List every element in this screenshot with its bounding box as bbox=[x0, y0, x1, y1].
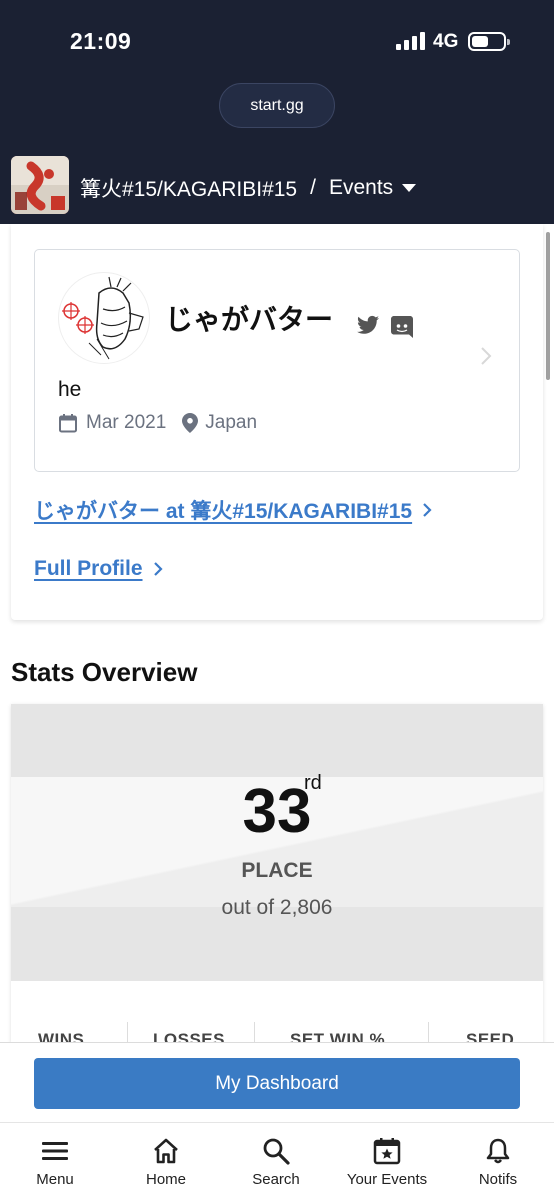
nav-your-events[interactable]: Your Events bbox=[337, 1133, 437, 1195]
placement-number: 33 bbox=[242, 777, 312, 846]
tournament-name[interactable]: 篝火#15/KAGARIBI#15 bbox=[80, 173, 297, 203]
calendar-star-icon bbox=[373, 1138, 401, 1165]
home-icon bbox=[154, 1138, 178, 1164]
nav-menu[interactable]: Menu bbox=[5, 1133, 105, 1195]
player-card[interactable]: じゃがバター he Mar 2021 Japan bbox=[34, 249, 520, 472]
chevron-right-icon[interactable] bbox=[479, 346, 493, 366]
status-time: 21:09 bbox=[70, 28, 132, 54]
nav-your-events-label: Your Events bbox=[346, 1171, 428, 1188]
nav-notifs[interactable]: Notifs bbox=[448, 1133, 548, 1195]
nav-notifs-label: Notifs bbox=[478, 1171, 518, 1188]
network-type: 4G bbox=[433, 31, 459, 52]
placement-label: PLACE bbox=[241, 859, 313, 882]
scrollbar[interactable] bbox=[546, 232, 550, 380]
url-bar[interactable]: start.gg bbox=[219, 83, 335, 128]
search-icon bbox=[263, 1138, 290, 1165]
nav-home-label: Home bbox=[145, 1171, 186, 1188]
caret-down-icon[interactable] bbox=[402, 184, 417, 192]
hamburger-icon bbox=[42, 1142, 68, 1160]
my-dashboard-button[interactable]: My Dashboard bbox=[34, 1058, 520, 1109]
tournament-header: 篝火#15/KAGARIBI#15 / Events bbox=[0, 146, 554, 224]
breadcrumb[interactable]: 篝火#15/KAGARIBI#15 / Events bbox=[80, 173, 417, 203]
avatar bbox=[58, 272, 150, 364]
divider bbox=[428, 1022, 429, 1044]
stats-panel: 33 rd PLACE out of 2,806 WINS LOSSES SET… bbox=[11, 704, 543, 1044]
nav-menu-label: Menu bbox=[36, 1171, 74, 1188]
stats-title: Stats Overview bbox=[11, 657, 198, 687]
events-dropdown-label[interactable]: Events bbox=[329, 176, 393, 200]
nav-search[interactable]: Search bbox=[226, 1133, 326, 1195]
bottom-nav: Menu Home Search Your Events Notifs bbox=[0, 1122, 554, 1200]
discord-icon[interactable] bbox=[390, 315, 414, 339]
nav-home[interactable]: Home bbox=[116, 1133, 216, 1195]
player-event-link-text[interactable]: じゃがバター at 篝火#15/KAGARIBI#15 bbox=[34, 495, 412, 525]
dashboard-bar: My Dashboard bbox=[0, 1042, 554, 1124]
stat-headers: WINS LOSSES SET WIN % SEED bbox=[11, 1022, 543, 1044]
player-event-link[interactable]: じゃがバター at 篝火#15/KAGARIBI#15 bbox=[34, 495, 432, 525]
top-header: 21:09 4G start.gg 篝火#15/KAGARIBI#15 / Ev… bbox=[0, 0, 554, 224]
nav-search-label: Search bbox=[252, 1171, 300, 1188]
player-bio: he bbox=[58, 378, 82, 401]
profile-panel: じゃがバター he Mar 2021 Japan じゃがバター at 篝火#15… bbox=[11, 224, 543, 620]
full-profile-link[interactable]: Full Profile bbox=[34, 557, 163, 581]
chevron-right-icon bbox=[153, 562, 163, 576]
tournament-logo[interactable] bbox=[11, 156, 69, 214]
calendar-icon bbox=[59, 414, 77, 433]
player-name: じゃがバター bbox=[165, 304, 334, 335]
player-location: Japan bbox=[205, 412, 258, 433]
status-bar: 21:09 4G bbox=[0, 0, 554, 80]
placement-suffix: rd bbox=[304, 772, 322, 794]
twitter-icon[interactable] bbox=[357, 315, 379, 335]
divider bbox=[127, 1022, 128, 1044]
location-pin-icon bbox=[182, 413, 199, 433]
placement-total: out of 2,806 bbox=[221, 896, 333, 919]
breadcrumb-separator: / bbox=[310, 176, 316, 199]
player-meta: Mar 2021 Japan bbox=[58, 412, 257, 434]
divider bbox=[254, 1022, 255, 1044]
full-profile-link-text[interactable]: Full Profile bbox=[34, 557, 143, 581]
battery-icon bbox=[468, 32, 510, 51]
chevron-right-icon bbox=[423, 503, 432, 517]
bell-icon bbox=[486, 1138, 510, 1164]
signal-icon bbox=[396, 32, 426, 50]
joined-date: Mar 2021 bbox=[86, 412, 167, 433]
placement-box: 33 rd PLACE out of 2,806 bbox=[11, 704, 543, 981]
